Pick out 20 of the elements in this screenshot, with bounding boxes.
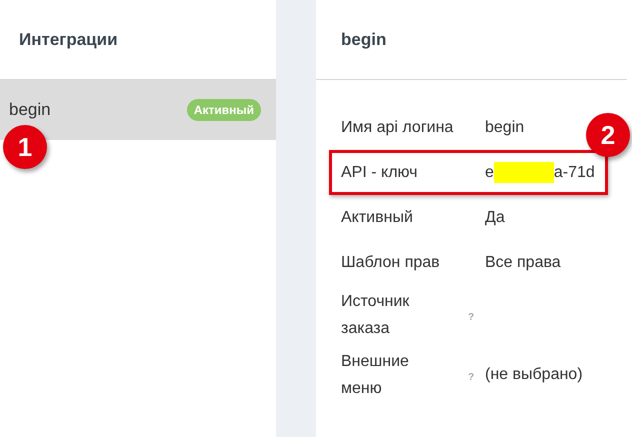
field-label: Шаблон прав: [341, 253, 441, 273]
field-label: Имя api логина: [341, 118, 454, 138]
field-label: Источник заказа: [341, 292, 410, 339]
status-badge: Активный: [186, 99, 261, 121]
callout-badge: 2: [586, 113, 630, 157]
field-value: Да: [485, 208, 505, 228]
help-icon[interactable]: ?: [468, 310, 474, 324]
field-value: begin: [485, 118, 524, 138]
field-label: API - ключ: [341, 163, 419, 183]
detail-title: begin: [341, 28, 386, 51]
field-label: Внешние меню: [341, 352, 410, 399]
integration-name: begin: [9, 99, 51, 122]
field-label: Активный: [341, 208, 414, 228]
help-icon[interactable]: ?: [468, 370, 474, 384]
field-value: (не выбрано): [485, 365, 583, 385]
field-value: Все права: [485, 252, 561, 272]
callout-badge: 1: [3, 125, 47, 169]
field-value: a-71d: [554, 162, 595, 182]
field-value: e: [485, 162, 494, 182]
sidebar-title: Интеграции: [19, 28, 118, 51]
